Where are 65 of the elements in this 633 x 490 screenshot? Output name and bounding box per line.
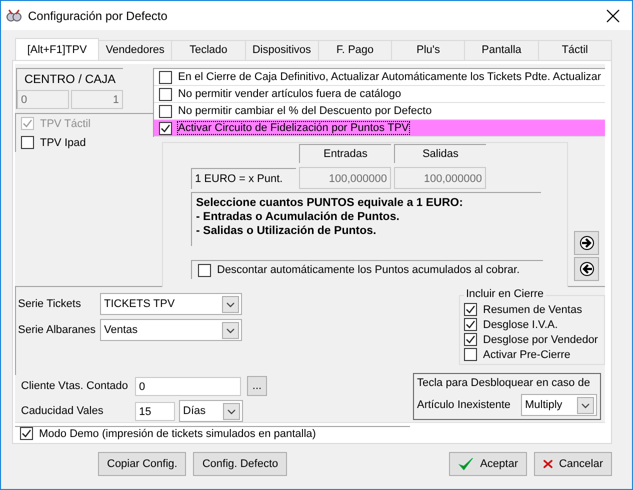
dropdown-icon[interactable]	[577, 396, 594, 414]
row-label: 1 EURO = x Punt.	[191, 168, 296, 189]
checkbox-label: TPV Ipad	[40, 136, 86, 148]
accept-button[interactable]: Aceptar	[449, 452, 527, 476]
checkbox[interactable]	[464, 348, 477, 361]
action-button[interactable]: Config. Defecto	[193, 452, 288, 476]
field-label: Caducidad Vales	[21, 405, 104, 417]
arrow-right-button[interactable]	[574, 231, 599, 255]
checkbox[interactable]	[464, 333, 477, 346]
checkbox[interactable]	[20, 427, 33, 440]
description-text: - Salidas o Utilización de Puntos.	[196, 224, 378, 238]
arrow-left-icon	[578, 262, 594, 276]
arrow-left-button[interactable]	[574, 257, 599, 281]
description-text: - Entradas o Acumulación de Puntos.	[196, 210, 400, 224]
checkbox[interactable]	[159, 122, 172, 134]
series-dropdown[interactable]: Ventas	[100, 319, 242, 341]
dropdown-icon[interactable]	[222, 296, 239, 312]
points-field[interactable]: 100,000000	[299, 167, 391, 189]
client-field[interactable]: 0	[135, 376, 241, 396]
arrow-right-icon	[578, 236, 594, 250]
field-label: Cliente Vtas. Contado	[21, 380, 130, 392]
expiry-field[interactable]: 15	[135, 402, 175, 420]
unlock-key-label: Tecla para Desbloquear en caso de	[417, 377, 592, 389]
tab[interactable]: [Alt+F1]TPV	[15, 38, 99, 60]
checkbox[interactable]	[198, 264, 211, 276]
caja-field[interactable]: 1	[71, 90, 123, 109]
unlock-key-label: Artículo Inexistente	[417, 399, 511, 411]
checkbox-label: Activar Circuito de Fidelización por Puntos TPV	[178, 122, 409, 134]
group-title: CENTRO / CAJA	[23, 71, 117, 87]
checkbox-label: No permitir vender artículos fuera de catálogo	[178, 88, 402, 100]
checkbox-label: Resumen de Ventas	[483, 304, 582, 316]
dropdown-icon[interactable]	[222, 322, 239, 338]
key-dropdown[interactable]: Multiply	[521, 394, 597, 416]
checkbox-label: Activar Pre-Cierre	[483, 348, 570, 360]
field-label: Serie Albaranes	[18, 324, 96, 336]
app-icon	[6, 8, 22, 24]
window-title: Configuración por Defecto	[28, 8, 168, 22]
checkbox-label: En el Cierre de Caja Definitivo, Actualizar Automáticamente los Tickets Pdte. Actualizar	[178, 71, 602, 83]
column-header: Salidas	[394, 144, 486, 163]
description-text: Seleccione cuantos PUNTOS equivale a 1 EURO:	[196, 196, 464, 210]
checkbox-label: Descontar automáticamente los Puntos acumulados al cobrar.	[217, 264, 520, 276]
checkbox-label: No permitir cambiar el % del Descuento por Defecto	[178, 105, 432, 117]
checkbox[interactable]	[464, 303, 477, 316]
tab[interactable]: Táctil	[538, 40, 612, 60]
series-dropdown[interactable]: TICKETS TPV	[100, 293, 242, 315]
checkbox-label: Desglose por Vendedor	[483, 334, 598, 346]
dropdown-icon[interactable]	[223, 402, 240, 420]
group-title: Incluir en Cierre	[464, 288, 546, 300]
close-icon[interactable]	[606, 8, 620, 22]
points-field[interactable]: 100,000000	[394, 167, 486, 189]
checkbox[interactable]	[159, 70, 172, 84]
checkbox-label: Modo Demo (impresión de tickets simulados en pantalla)	[39, 428, 316, 440]
checkbox[interactable]	[159, 88, 172, 100]
browse-button[interactable]: ...	[247, 376, 267, 396]
checkbox[interactable]	[464, 318, 477, 331]
action-button[interactable]: Copiar Config.	[98, 452, 186, 476]
unit-dropdown[interactable]: Días	[179, 400, 243, 422]
checkbox[interactable]	[159, 104, 172, 118]
cancel-button[interactable]: Cancelar	[534, 452, 612, 476]
column-header: Entradas	[299, 144, 391, 163]
checkbox[interactable]	[21, 136, 34, 149]
field-label: Serie Tickets	[18, 298, 82, 310]
checkbox-label: Desglose I.V.A.	[483, 318, 558, 330]
checkbox-label: TPV Táctil	[40, 118, 91, 130]
centro-field[interactable]: 0	[17, 90, 69, 109]
